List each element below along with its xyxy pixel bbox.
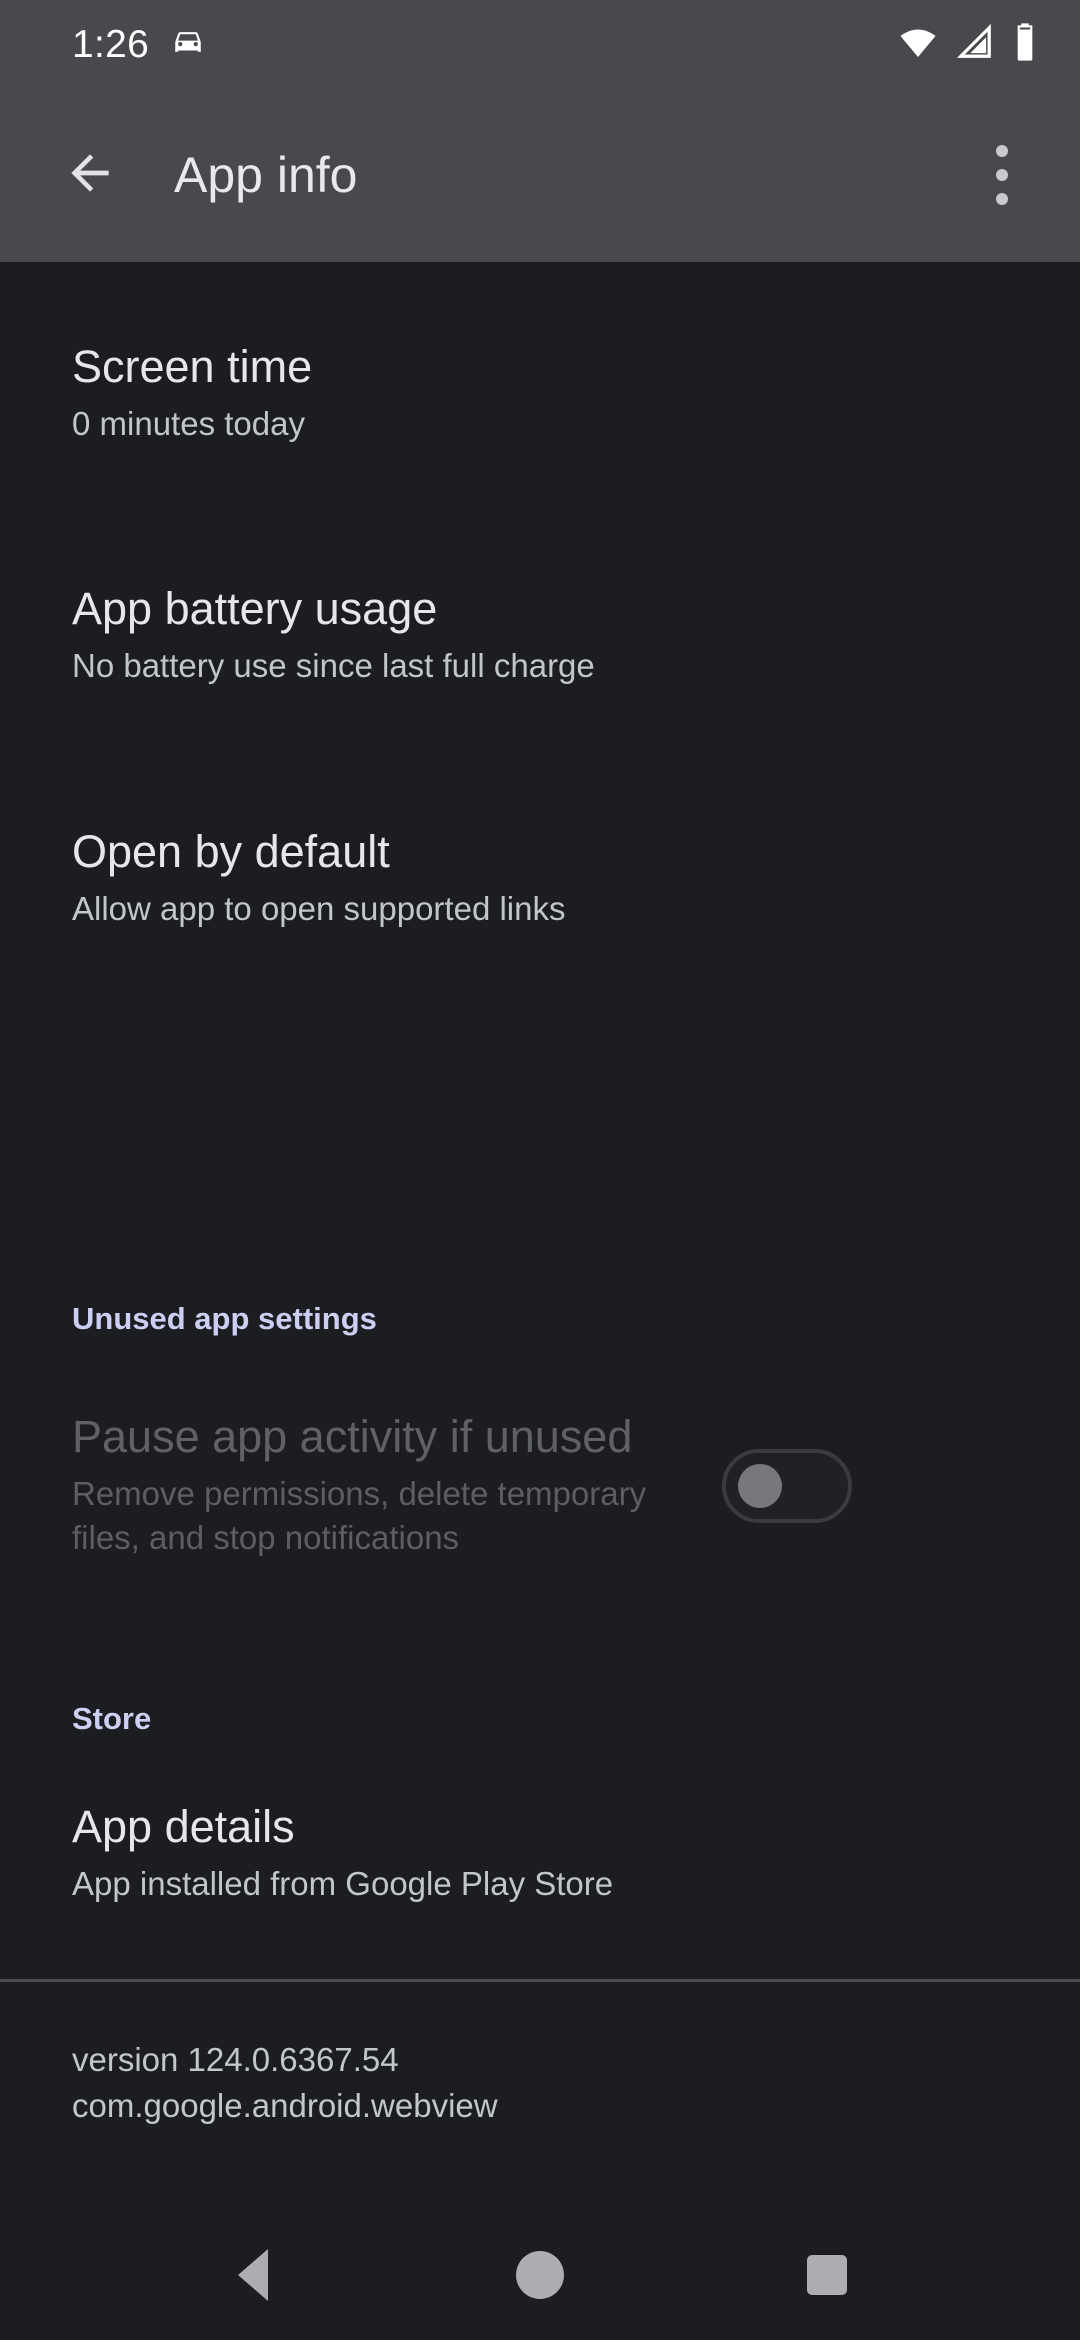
preference-title: Screen time [72,341,313,392]
settings-list: Screen time 0 minutes today App battery … [0,262,1080,2210]
preference-summary: Allow app to open supported links [72,890,566,928]
app-version-footer: version 124.0.6367.54 com.google.android… [0,2037,1080,2129]
status-bar: 1:26 [0,0,1080,88]
preference-summary: Remove permissions, delete temporary fil… [72,1475,647,1557]
preference-summary: 0 minutes today [72,405,305,443]
section-header-unused-app-settings: Unused app settings [72,1301,377,1336]
preference-title: Pause app activity if unused [72,1411,633,1462]
section-header-store: Store [72,1701,152,1736]
preference-pause-app-activity[interactable]: Pause app activity if unused Remove perm… [0,1411,1080,1560]
circle-home-icon [515,2251,564,2299]
preference-app-details[interactable]: App details App installed from Google Pl… [0,1801,1080,1906]
footer-divider [0,1979,1080,1982]
package-name-text: com.google.android.webview [72,2087,498,2125]
arrow-back-icon [62,145,118,206]
preference-title: App battery usage [72,583,438,634]
preference-title: Open by default [72,826,390,877]
square-recents-icon [806,2255,847,2295]
toggle-thumb [738,1464,782,1509]
car-icon [171,25,205,64]
more-vert-icon-dot3 [996,193,1008,205]
wifi-icon [898,22,938,67]
navigation-bar [0,2210,1080,2340]
status-bar-right [898,22,1038,67]
pause-app-activity-toggle[interactable] [722,1449,852,1524]
preference-summary: App installed from Google Play Store [72,1865,614,1903]
preference-summary: No battery use since last full charge [72,647,595,685]
overflow-menu-button[interactable] [964,135,1040,215]
preference-texts: Pause app activity if unused Remove perm… [72,1411,692,1560]
preference-screen-time[interactable]: Screen time 0 minutes today [0,341,1080,446]
nav-home-button[interactable] [485,2220,595,2330]
version-text: version 124.0.6367.54 [72,2041,399,2078]
preference-title: App details [72,1801,295,1852]
preference-open-by-default[interactable]: Open by default Allow app to open suppor… [0,826,1080,931]
triangle-back-icon [238,2249,269,2301]
more-vert-icon [996,145,1008,157]
app-bar: App info [0,88,1080,262]
preference-app-battery-usage[interactable]: App battery usage No battery use since l… [0,583,1080,688]
status-bar-left: 1:26 [72,25,205,64]
back-navigation-button[interactable] [52,137,128,213]
battery-icon [1012,22,1038,67]
nav-recents-button[interactable] [772,2220,882,2330]
cellular-signal-icon [956,23,994,66]
app-info-screen: 1:26 App info Screen time 0 minutes toda… [0,0,1080,2340]
status-bar-clock: 1:26 [72,22,150,66]
nav-back-button[interactable] [198,2220,308,2330]
more-vert-icon-dot2 [996,169,1008,181]
page-title: App info [174,147,358,203]
